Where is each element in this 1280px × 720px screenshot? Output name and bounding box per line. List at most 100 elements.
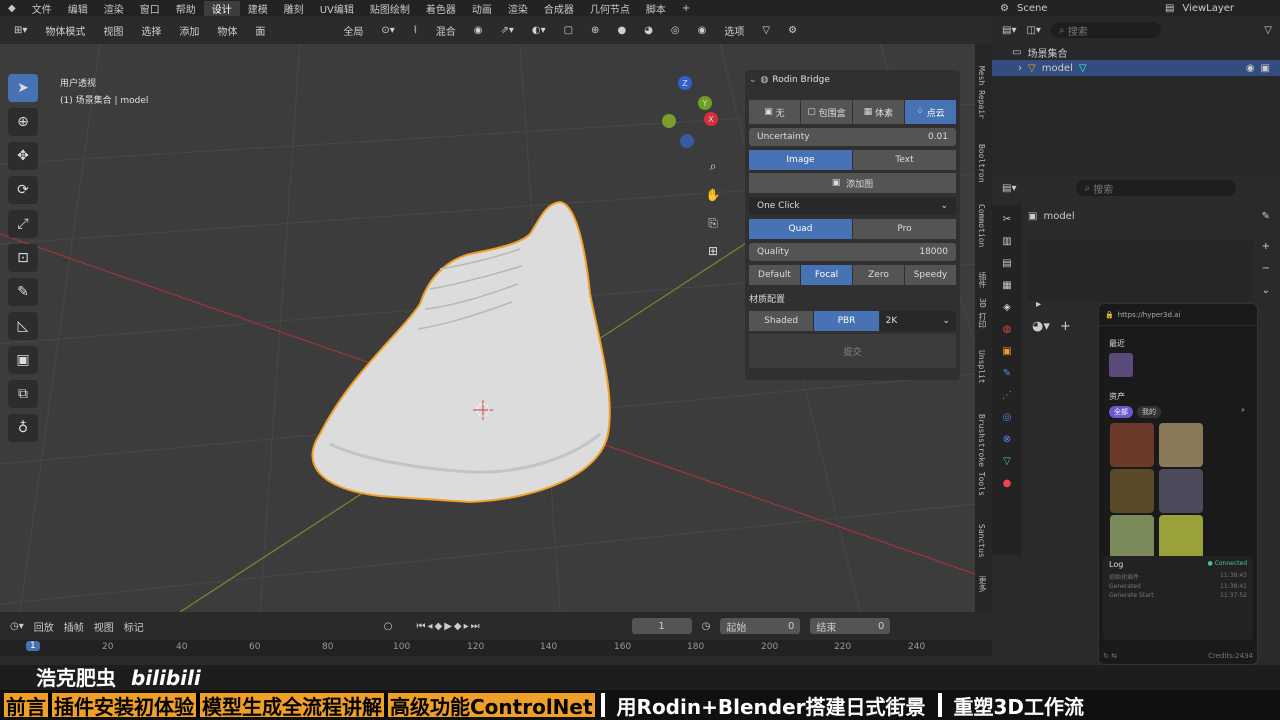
material-sphere-icon[interactable]: ◕▾ xyxy=(1032,319,1050,334)
shading-material-icon[interactable]: ◕ xyxy=(638,23,659,38)
shaded-button[interactable]: Shaded xyxy=(749,311,814,331)
record-icon[interactable]: ○ xyxy=(384,621,393,632)
marker-menu[interactable]: 标记 xyxy=(124,619,144,634)
tab-all[interactable]: 全部 xyxy=(1109,406,1133,418)
world-tab-icon[interactable]: ◍ xyxy=(999,321,1015,337)
gizmo-z-axis[interactable]: Z xyxy=(678,76,692,90)
tab-mesh-repair[interactable]: Mesh Repair xyxy=(977,66,986,119)
data-tab-icon[interactable]: ▽ xyxy=(999,453,1015,469)
timeline-editor-icon[interactable]: ◷▾ xyxy=(10,621,24,632)
navigation-gizmo[interactable]: Z Y X xyxy=(652,76,722,156)
physics-tab-icon[interactable]: ◎ xyxy=(999,409,1015,425)
tab-unsplit[interactable]: Unsplit xyxy=(977,350,986,384)
rotate-tool-icon[interactable]: ⟳ xyxy=(8,176,38,204)
preset-zero-button[interactable]: Zero xyxy=(853,265,904,285)
scene-icon[interactable]: ⚙ xyxy=(1000,3,1009,14)
frame-ruler[interactable]: 1 20 40 60 80 100 120 140 160 180 200 22… xyxy=(0,640,992,656)
editor-type-icon[interactable]: ⊞▾ xyxy=(8,23,33,38)
ortho-grid-icon[interactable]: ⊞ xyxy=(702,240,724,262)
material-tab-icon[interactable]: ● xyxy=(999,475,1015,491)
expand-arrow-icon[interactable]: › xyxy=(1018,63,1022,74)
gizmo-x-axis[interactable]: X xyxy=(704,112,718,126)
viewlayer-select[interactable]: ViewLayer xyxy=(1182,3,1234,14)
preset-default-button[interactable]: Default xyxy=(749,265,800,285)
tab-plugin[interactable]: 插件 xyxy=(977,272,988,288)
collapse-chevron-icon[interactable]: ⌄ xyxy=(749,75,757,85)
mode-pointcloud-button[interactable]: ⁘ 点云 xyxy=(905,100,956,124)
tab-sanctus[interactable]: Sanctus xyxy=(977,524,986,558)
mode-none-button[interactable]: ▣ 无 xyxy=(749,100,800,124)
tab-workspace-sculpt[interactable]: 雕刻 xyxy=(276,1,312,16)
render-tab-icon[interactable]: ▥ xyxy=(999,233,1015,249)
pro-button[interactable]: Pro xyxy=(853,219,956,239)
constraint-tab-icon[interactable]: ⊗ xyxy=(999,431,1015,447)
zoom-icon[interactable]: ⌕ xyxy=(702,155,724,177)
properties-search-input[interactable]: ⌕ 搜索 xyxy=(1076,180,1237,196)
camera-icon[interactable]: ⎘ xyxy=(702,212,724,234)
menu-object[interactable]: 物体 xyxy=(211,21,243,40)
tab-brushstroke[interactable]: Brushstroke Tools xyxy=(977,414,986,496)
shading-solid-icon[interactable]: ● xyxy=(611,23,632,38)
chapter-6[interactable]: 重塑3D工作流 xyxy=(942,693,1097,719)
tab-booltron[interactable]: Booltron xyxy=(977,144,986,183)
playback-menu[interactable]: 回放 xyxy=(34,619,54,634)
rodin-header[interactable]: ⌄ ◍ Rodin Bridge xyxy=(749,72,956,88)
menu-file[interactable]: 文件 xyxy=(24,1,60,16)
mode-voxel-button[interactable]: ▦ 体素 xyxy=(853,100,904,124)
eye-icon[interactable]: ◉ xyxy=(1246,63,1255,74)
tab-workspace-compositing[interactable]: 合成器 xyxy=(536,1,582,16)
outliner-row-model[interactable]: › ▽ model ▽ ◉ ▣ xyxy=(992,60,1280,76)
menu-face[interactable]: 面 xyxy=(249,21,271,40)
pivot-icon[interactable]: ⊙▾ xyxy=(375,23,400,38)
uncertainty-field[interactable]: Uncertainty 0.01 xyxy=(749,128,956,146)
tab-workspace-shading[interactable]: 着色器 xyxy=(418,1,464,16)
search-icon[interactable]: ⌕ xyxy=(1241,406,1245,418)
end-frame-field[interactable]: 结束 0 xyxy=(810,618,891,634)
menu-add[interactable]: 添加 xyxy=(173,21,205,40)
asset-thumbnail[interactable] xyxy=(1159,515,1204,559)
snap-icon[interactable]: ⌇ xyxy=(407,23,424,38)
outliner-row-collection[interactable]: ▭ 场景集合 xyxy=(992,44,1280,60)
gizmo-neg-y[interactable] xyxy=(662,114,676,128)
viewlayer-icon[interactable]: ▤ xyxy=(1165,3,1174,14)
shading-wire-icon[interactable]: ⊕ xyxy=(585,23,605,38)
add-cube-tool-icon[interactable]: ▣ xyxy=(8,346,38,374)
tab-text[interactable]: Text xyxy=(853,150,956,170)
tab-workspace-modeling[interactable]: 建模 xyxy=(240,1,276,16)
mode-select[interactable]: 物体模式 xyxy=(39,21,91,40)
playback-controls-icon[interactable]: ⏮◂◆▶◆▸⏭ xyxy=(416,621,481,632)
chapter-4[interactable]: 高级功能ControlNet xyxy=(388,693,595,719)
asset-thumbnail[interactable] xyxy=(1159,423,1204,467)
current-frame-field[interactable]: 1 xyxy=(631,618,692,634)
filter-icon[interactable]: ▽ xyxy=(756,23,776,38)
menu-view[interactable]: 视图 xyxy=(97,21,129,40)
output-tab-icon[interactable]: ▤ xyxy=(999,255,1015,271)
select-tool-icon[interactable]: ➤ xyxy=(8,74,38,102)
filter-icon[interactable]: ▽ xyxy=(1264,25,1272,36)
outliner-editor-icon[interactable]: ▤▾ xyxy=(1002,25,1016,36)
add-workspace-button[interactable]: + xyxy=(674,3,698,14)
view-layer-tab-icon[interactable]: ▦ xyxy=(999,277,1015,293)
transform-tool-icon[interactable]: ⊡ xyxy=(8,244,38,272)
start-frame-field[interactable]: 起始 0 xyxy=(720,618,801,634)
settings-icon[interactable]: ⚙ xyxy=(782,23,803,38)
tab-workspace-texture[interactable]: 贴图绘制 xyxy=(362,1,418,16)
tab-workspace-rendering[interactable]: 渲染 xyxy=(500,1,536,16)
pan-hand-icon[interactable]: ✋ xyxy=(702,184,724,206)
tab-3d-print[interactable]: 3D 打印 xyxy=(977,298,988,328)
preset-speedy-button[interactable]: Speedy xyxy=(905,265,956,285)
scene-tab-icon[interactable]: ◈ xyxy=(999,299,1015,315)
cursor-tool-icon[interactable]: ⊕ xyxy=(8,108,38,136)
modifier-tab-icon[interactable]: ✎ xyxy=(999,365,1015,381)
tab-workspace-layout[interactable]: 设计 xyxy=(203,0,240,16)
quad-button[interactable]: Quad xyxy=(749,219,852,239)
menu-help[interactable]: 帮助 xyxy=(168,1,204,16)
menu-window[interactable]: 窗口 xyxy=(132,1,168,16)
expand-arrow-icon[interactable]: ▸ xyxy=(1036,299,1041,310)
generate-mode-select[interactable]: One Click ⌄ xyxy=(749,197,956,215)
chapter-3[interactable]: 模型生成全流程讲解 xyxy=(200,693,384,719)
light-tool-icon[interactable]: ♁ xyxy=(8,414,38,442)
chevron-down-icon[interactable]: ⌄ xyxy=(1262,285,1270,296)
scale-tool-icon[interactable]: ⤢ xyxy=(8,210,38,238)
menu-select[interactable]: 选择 xyxy=(135,21,167,40)
